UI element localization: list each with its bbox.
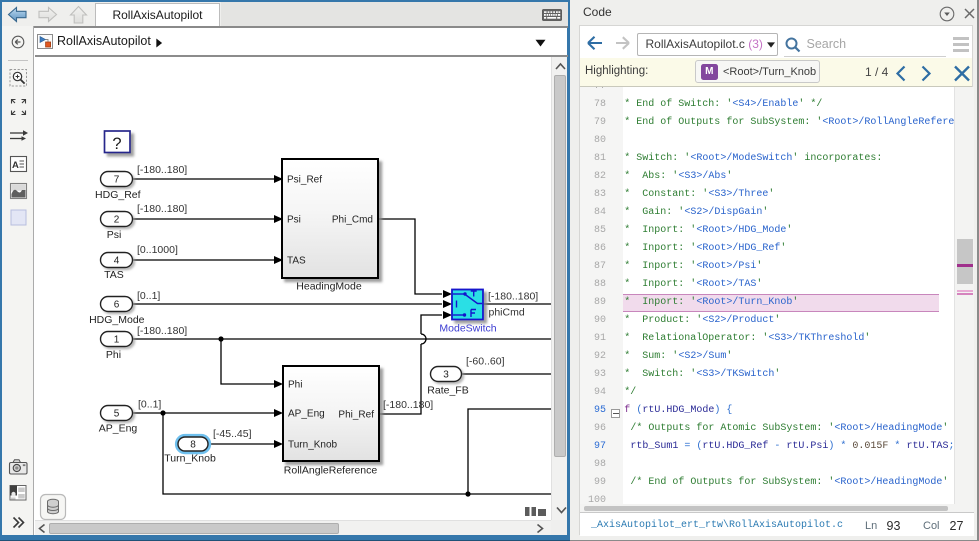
svg-text:[-180..180]: [-180..180]: [137, 325, 187, 337]
svg-text:[-45..45]: [-45..45]: [213, 428, 252, 440]
svg-text:Phi_Ref: Phi_Ref: [338, 410, 374, 421]
svg-text:ModeSwitch: ModeSwitch: [439, 323, 496, 335]
svg-text:Phi: Phi: [106, 349, 121, 361]
svg-text:2: 2: [114, 215, 120, 226]
svg-text:[0..1]: [0..1]: [138, 399, 161, 411]
svg-text:[0..1000]: [0..1000]: [137, 244, 178, 256]
svg-text:Phi: Phi: [288, 380, 302, 391]
svg-text:HeadingMode: HeadingMode: [296, 281, 362, 293]
svg-text:[-180..180]: [-180..180]: [383, 399, 433, 411]
svg-text:7: 7: [114, 175, 120, 186]
svg-text:Turn_Knob: Turn_Knob: [164, 453, 216, 465]
svg-text:AP_Eng: AP_Eng: [99, 423, 138, 435]
svg-text:6: 6: [114, 300, 120, 311]
svg-text:TAS: TAS: [104, 269, 124, 281]
svg-text:[0..1]: [0..1]: [137, 290, 160, 302]
svg-text:4: 4: [114, 256, 120, 267]
svg-text:Psi: Psi: [287, 215, 301, 226]
svg-text:RollAngleReference: RollAngleReference: [284, 465, 378, 477]
svg-text:8: 8: [190, 440, 196, 451]
svg-text:[-180..180]: [-180..180]: [137, 164, 187, 176]
svg-text:AP_Eng: AP_Eng: [288, 409, 325, 420]
svg-text:1: 1: [114, 335, 120, 346]
svg-text:Phi_Cmd: Phi_Cmd: [332, 215, 373, 226]
svg-text:Turn_Knob: Turn_Knob: [288, 440, 338, 451]
svg-text:[-60..60]: [-60..60]: [466, 356, 505, 368]
svg-text:A: A: [12, 160, 19, 171]
svg-text:Psi_Ref: Psi_Ref: [287, 175, 322, 186]
svg-text:[-180..180]: [-180..180]: [137, 203, 187, 215]
svg-text:3: 3: [443, 370, 449, 381]
svg-text:5: 5: [114, 409, 120, 420]
svg-text:?: ?: [112, 135, 121, 153]
svg-text:TAS: TAS: [287, 256, 306, 267]
svg-text:HDG_Ref: HDG_Ref: [95, 189, 141, 201]
svg-text:phiCmd: phiCmd: [489, 307, 525, 319]
svg-text:Psi: Psi: [107, 229, 122, 241]
svg-text:Rate_FB: Rate_FB: [427, 385, 468, 397]
svg-text:[-180..180]: [-180..180]: [488, 291, 538, 303]
